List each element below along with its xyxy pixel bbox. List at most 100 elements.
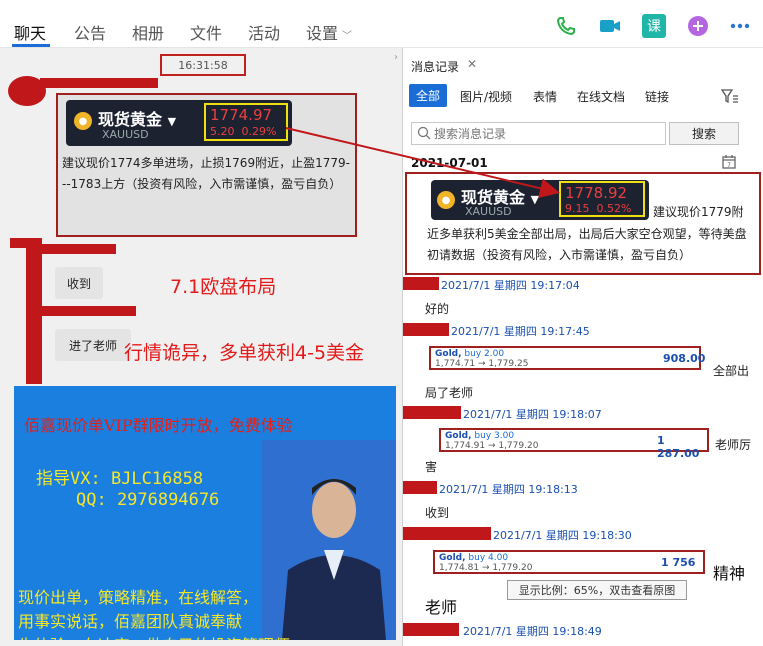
reply-bubble-received[interactable]: 收到 bbox=[55, 267, 103, 299]
entry-timestamp: 2021/7/1 星期四 19:17:04 bbox=[441, 279, 580, 292]
close-icon[interactable]: ✕ bbox=[467, 57, 477, 71]
chevron-down-icon: ﹀ bbox=[342, 31, 353, 42]
plus-icon[interactable] bbox=[686, 14, 710, 38]
trade-screenshot[interactable]: Gold, buy 4.00 1,774.81 → 1,779.20 1 756 bbox=[433, 550, 705, 574]
top-tab-bar: 聊天 公告 相册 文件 活动 设置 ﹀ 课 bbox=[0, 0, 763, 48]
quote-change: 5.20 0.29% bbox=[210, 125, 277, 138]
gold-quote-card[interactable]: ● 现货黄金 ▼ XAUUSD 1778.92 9.15 0.52% bbox=[431, 180, 649, 220]
quote-price: 1774.97 bbox=[210, 106, 273, 124]
trade-screenshot[interactable]: Gold, buy 3.00 1,774.91 → 1,779.20 1 287.… bbox=[439, 428, 709, 460]
redacted-sender bbox=[403, 406, 461, 419]
caret-down-icon: ▼ bbox=[167, 115, 177, 128]
tab-chat[interactable]: 聊天 bbox=[14, 20, 46, 44]
filter-funnel-icon[interactable] bbox=[720, 88, 739, 108]
calendar-icon[interactable]: 7 bbox=[721, 154, 737, 173]
promo-wechat: 指导VX: BJLC16858 bbox=[36, 469, 204, 489]
tab-files[interactable]: 文件 bbox=[190, 20, 222, 44]
entry-timestamp: 2021/7/1 星期四 19:18:13 bbox=[439, 483, 578, 496]
redacted-sender bbox=[403, 623, 459, 636]
entry-text-inline: 老师厉 bbox=[715, 438, 752, 452]
entry-timestamp: 2021/7/1 星期四 19:18:49 bbox=[463, 625, 602, 638]
history-date: 2021-07-01 bbox=[411, 156, 488, 170]
search-icon bbox=[417, 126, 431, 140]
more-icon[interactable] bbox=[728, 14, 752, 38]
redacted-sender bbox=[403, 323, 449, 336]
promo-line-2: 用事实说话，佰嘉团队真诚奉献 bbox=[18, 612, 243, 631]
phone-icon[interactable] bbox=[554, 14, 578, 38]
reply-bubble-entered[interactable]: 进了老师 bbox=[55, 329, 131, 361]
gold-quote-card[interactable]: ● 现货黄金 ▼ XAUUSD 1774.97 5.20 0.29% bbox=[66, 100, 292, 146]
quote-change: 9.15 0.52% bbox=[565, 202, 632, 215]
entry-timestamp: 2021/7/1 星期四 19:17:45 bbox=[451, 325, 590, 338]
promo-line-3: 先体验，在决定。做自己的投资管理师 bbox=[18, 632, 290, 640]
chat-area[interactable]: 16:31:58 ● 现货黄金 ▼ XAUUSD 1774.97 5.20 0.… bbox=[0, 48, 402, 646]
course-icon[interactable]: 课 bbox=[642, 14, 666, 38]
entry-timestamp: 2021/7/1 星期四 19:18:07 bbox=[463, 408, 602, 421]
entry-timestamp: 2021/7/1 星期四 19:18:30 bbox=[493, 529, 632, 542]
trade-detail: Gold, buy 4.00 1,774.81 → 1,779.20 bbox=[439, 553, 533, 573]
gold-coin-icon: ● bbox=[74, 112, 92, 130]
history-record-card[interactable]: ● 现货黄金 ▼ XAUUSD 1778.92 9.15 0.52% 建议现价1… bbox=[405, 172, 761, 275]
filter-links[interactable]: 链接 bbox=[645, 88, 669, 105]
promo-qq: QQ: 2976894676 bbox=[76, 490, 220, 510]
record-text-part1: 建议现价1779附 bbox=[653, 205, 744, 219]
redacted-name-bar bbox=[40, 78, 158, 88]
trade-profit: 908.00 bbox=[663, 352, 706, 365]
message-timestamp: 16:31:58 bbox=[160, 54, 246, 76]
redacted-bar bbox=[26, 244, 116, 254]
promo-banner[interactable]: 佰嘉现价单VIP群限时开放，免费体验 指导VX: BJLC16858 QQ: 2… bbox=[14, 386, 396, 640]
tab-announcement[interactable]: 公告 bbox=[74, 20, 106, 44]
entry-text: 老师 bbox=[425, 598, 458, 617]
quote-price: 1778.92 bbox=[565, 184, 628, 202]
tab-settings[interactable]: 设置 ﹀ bbox=[306, 20, 352, 44]
trade-screenshot[interactable]: Gold, buy 2.00 1,774.71 → 1,779.25 908.00 bbox=[429, 346, 705, 370]
trade-detail: Gold, buy 3.00 1,774.91 → 1,779.20 bbox=[445, 431, 539, 451]
history-search-button[interactable]: 搜索 bbox=[669, 122, 739, 145]
history-title: 消息记录 bbox=[411, 60, 460, 74]
active-tab-underline bbox=[12, 44, 50, 47]
quote-price-highlight: 1774.97 5.20 0.29% bbox=[204, 103, 288, 141]
entry-text: 好的 bbox=[425, 302, 450, 316]
person-photo bbox=[262, 440, 396, 640]
entry-text: 局了老师 bbox=[425, 386, 474, 400]
filter-all[interactable]: 全部 bbox=[409, 84, 448, 107]
entry-text-inline: 全部出 bbox=[713, 364, 750, 378]
redacted-bar bbox=[26, 306, 136, 316]
annotation-euro-session: 7.1欧盘布局 bbox=[170, 276, 277, 298]
trade-profit: 1 756 bbox=[661, 556, 696, 569]
message-history-panel: 消息记录 ✕ 全部 图片/视频 表情 在线文档 链接 搜索 2021-07-01… bbox=[403, 48, 763, 646]
redacted-sender bbox=[403, 481, 437, 494]
filter-emoji[interactable]: 表情 bbox=[533, 88, 557, 105]
quote-code: XAUUSD bbox=[102, 128, 149, 141]
history-search-field[interactable] bbox=[411, 122, 666, 145]
caret-down-icon: ▼ bbox=[530, 193, 540, 206]
gold-coin-icon: ● bbox=[437, 191, 455, 209]
trade-profit: 1 287.00 bbox=[657, 434, 700, 460]
collapse-arrow-icon[interactable]: › bbox=[394, 52, 398, 63]
history-search-input[interactable] bbox=[434, 125, 659, 142]
tab-settings-label: 设置 bbox=[306, 24, 339, 43]
entry-text: 收到 bbox=[425, 506, 450, 520]
entry-text: 害 bbox=[425, 460, 438, 474]
promo-line-1: 现价出单，策略精准，在线解答， bbox=[18, 588, 259, 607]
quote-code: XAUUSD bbox=[465, 205, 512, 218]
quote-price-highlight: 1778.92 9.15 0.52% bbox=[559, 181, 645, 217]
promo-headline: 佰嘉现价单VIP群限时开放，免费体验 bbox=[24, 416, 293, 435]
trade-signal-message[interactable]: ● 现货黄金 ▼ XAUUSD 1774.97 5.20 0.29% 建议现价1… bbox=[56, 93, 357, 237]
tab-activity[interactable]: 活动 bbox=[248, 20, 280, 44]
message-text: 建议现价1774多单进场，止损1769附近，止盈1779---1783上方（投资… bbox=[62, 156, 350, 191]
history-filters: 全部 图片/视频 表情 在线文档 链接 bbox=[403, 84, 763, 110]
video-icon[interactable] bbox=[598, 14, 622, 38]
svg-text:7: 7 bbox=[727, 162, 731, 169]
redacted-sender bbox=[403, 527, 491, 540]
quote-name: 现货黄金 ▼ bbox=[98, 110, 177, 129]
zoom-tooltip: 显示比例：65%，双击查看原图 bbox=[507, 580, 687, 600]
filter-media[interactable]: 图片/视频 bbox=[460, 88, 512, 105]
entry-text-inline: 精神 bbox=[713, 564, 746, 583]
annotation-profit: 行情诡异，多单获利4-5美金 bbox=[124, 342, 365, 364]
record-text-part2: 近多单获利5美金全部出局，出局后大家空仓观望，等待美盘初请数据（投资有风险，入市… bbox=[427, 227, 747, 262]
trade-detail: Gold, buy 2.00 1,774.71 → 1,779.25 bbox=[435, 349, 529, 369]
filter-docs[interactable]: 在线文档 bbox=[577, 88, 625, 105]
tab-album[interactable]: 相册 bbox=[132, 20, 164, 44]
redacted-sender bbox=[403, 277, 439, 290]
